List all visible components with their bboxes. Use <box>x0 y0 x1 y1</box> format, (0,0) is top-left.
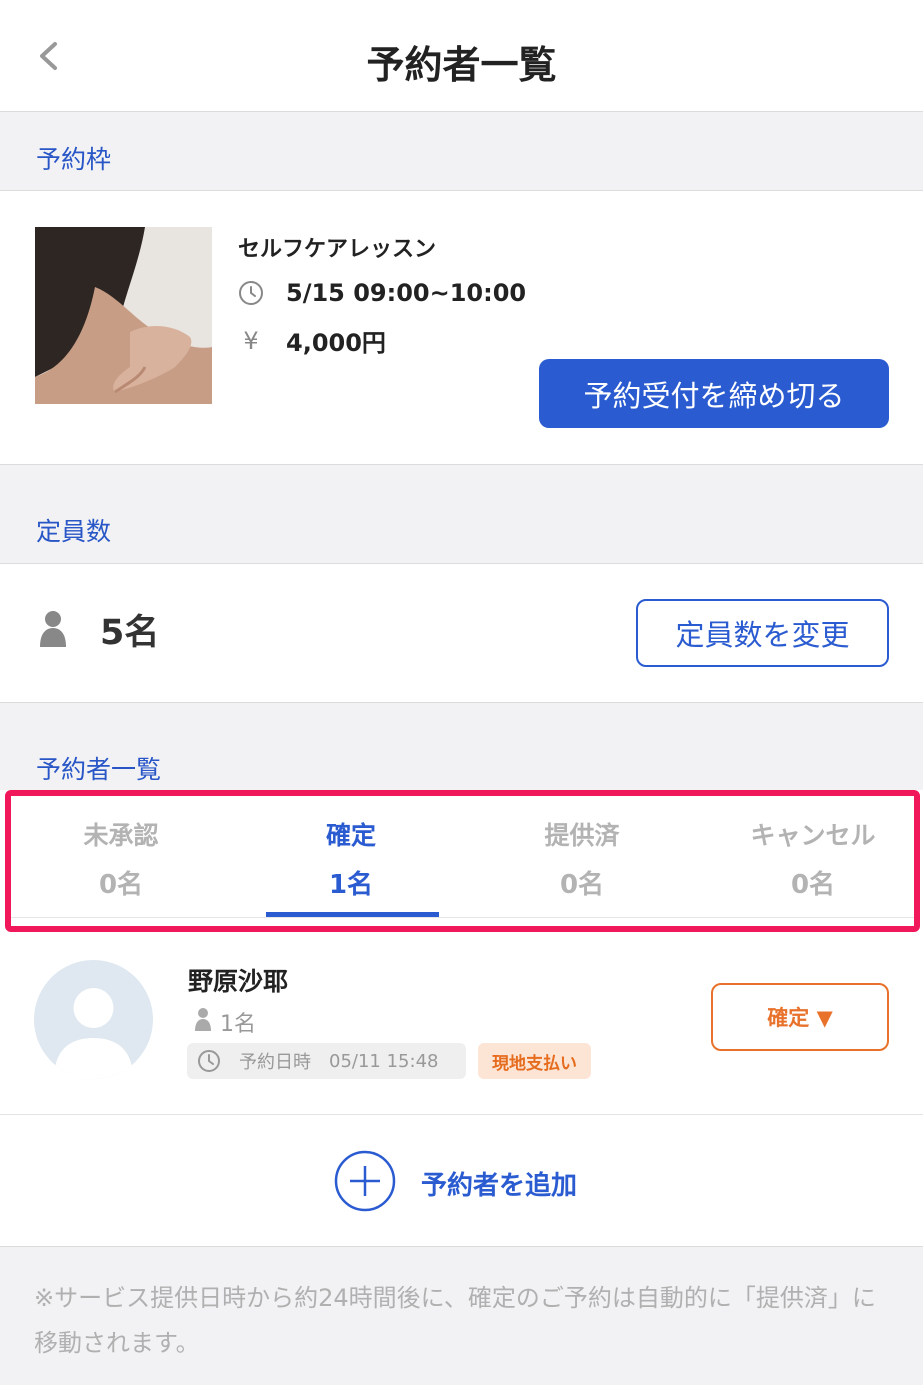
status-dropdown-button[interactable]: 確定 ▼ <box>711 983 889 1051</box>
tab-label: 未承認 <box>83 821 159 850</box>
lesson-price-row: ¥ 4,000円 <box>238 323 386 358</box>
clock-icon <box>238 280 264 306</box>
reserver-party-size-row: 1名 <box>194 1006 256 1038</box>
reservation-date-label: 予約日時 <box>239 1052 311 1073</box>
payment-badge: 現地支払い <box>478 1043 591 1079</box>
lesson-name: セルフケアレッスン <box>238 237 437 262</box>
lesson-datetime: 5/15 09:00~10:00 <box>286 279 527 307</box>
tab-label: 確定 <box>325 821 376 850</box>
capacity-value: 5名 <box>100 613 160 653</box>
lesson-card: セルフケアレッスン 5/15 09:00~10:00 ¥ 4,000円 予約受付… <box>0 190 923 465</box>
auto-move-note: ※サービス提供日時から約24時間後に、確定のご予約は自動的に「提供済」に移動され… <box>34 1284 876 1357</box>
reserver-name[interactable]: 野原沙耶 <box>188 962 288 998</box>
reservation-date-chip: 予約日時 05/11 15:48 <box>187 1043 466 1079</box>
tab-cancelled[interactable]: キャンセル 0名 <box>703 816 923 901</box>
divider <box>0 1114 923 1115</box>
page-title: 予約者一覧 <box>366 43 557 87</box>
plus-circle-icon <box>334 1150 396 1216</box>
reservation-date-value: 05/11 15:48 <box>329 1050 439 1072</box>
tab-confirmed[interactable]: 確定 1名 <box>241 816 461 901</box>
capacity-card: 5名 定員数を変更 <box>0 563 923 703</box>
tab-count: 0名 <box>559 870 605 900</box>
section-label-slot: 予約枠 <box>36 145 112 174</box>
clock-icon <box>197 1049 221 1073</box>
tab-pending[interactable]: 未承認 0名 <box>11 816 231 901</box>
tab-label: 提供済 <box>544 821 620 850</box>
tab-provided[interactable]: 提供済 0名 <box>472 816 692 901</box>
lesson-price: 4,000円 <box>286 329 386 357</box>
tab-label: キャンセル <box>750 821 876 850</box>
reserver-party-size: 1名 <box>220 1012 256 1037</box>
yen-icon: ¥ <box>243 326 259 355</box>
status-tabs: 未承認 0名 確定 1名 提供済 0名 キャンセル 0名 <box>5 790 920 932</box>
person-icon <box>38 609 68 651</box>
section-label-reservations: 予約者一覧 <box>36 755 162 784</box>
section-label-capacity: 定員数 <box>36 517 112 546</box>
capacity-row: 5名 <box>38 604 159 655</box>
person-icon <box>194 1007 212 1037</box>
lesson-thumbnail <box>35 227 212 404</box>
avatar[interactable] <box>34 960 153 1079</box>
header-bar: 予約者一覧 <box>0 0 923 112</box>
tab-count: 0名 <box>98 870 144 900</box>
active-tab-indicator <box>266 912 439 917</box>
add-reserver-label: 予約者を追加 <box>421 1170 578 1201</box>
close-reservations-button[interactable]: 予約受付を締め切る <box>539 359 889 428</box>
lesson-datetime-row: 5/15 09:00~10:00 <box>238 279 526 307</box>
tabs-divider <box>11 917 914 918</box>
tab-count: 1名 <box>328 870 374 900</box>
add-reserver-button[interactable]: 予約者を追加 <box>334 1150 577 1216</box>
change-capacity-button[interactable]: 定員数を変更 <box>636 599 889 667</box>
tab-count: 0名 <box>790 870 836 900</box>
